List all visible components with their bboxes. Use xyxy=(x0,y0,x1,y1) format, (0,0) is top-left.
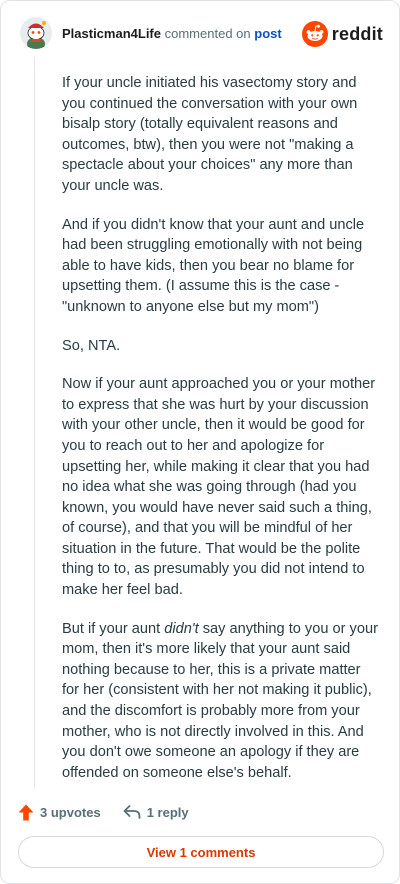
comment-card: Plasticman4Life commented on post reddit… xyxy=(0,0,400,884)
comment-paragraph: But if your aunt didn't say anything to … xyxy=(62,619,380,784)
reply-count: 1 reply xyxy=(146,804,189,820)
snoo-avatar-icon xyxy=(20,17,52,49)
emphasized-text: didn't xyxy=(164,620,199,637)
reddit-brand[interactable]: reddit xyxy=(301,20,383,48)
upvote-button[interactable]: 3 upvotes xyxy=(18,804,101,821)
comment-paragraph: If your uncle initiated his vasectomy st… xyxy=(62,75,358,194)
post-link[interactable]: post xyxy=(254,26,281,41)
comment-header: Plasticman4Life commented on post reddit xyxy=(18,15,383,55)
comment-actions: 3 upvotes 1 reply xyxy=(18,801,189,823)
author-name[interactable]: Plasticman4Life xyxy=(62,26,161,41)
thread-line[interactable] xyxy=(34,57,35,789)
reply-arrow-icon xyxy=(123,805,141,819)
reddit-logo-icon xyxy=(301,21,328,47)
view-comments-button[interactable]: View 1 comments xyxy=(18,836,384,868)
paragraph-text: But if your aunt xyxy=(62,620,165,637)
comment-body: If your uncle initiated his vasectomy st… xyxy=(62,73,380,801)
comment-paragraph: Now if your aunt approached you or your … xyxy=(62,376,376,599)
commented-on-label: commented on xyxy=(164,26,251,41)
upvote-count: 3 upvotes xyxy=(40,804,101,820)
comment-paragraph: And if you didn't know that your aunt an… xyxy=(62,216,365,315)
user-avatar[interactable] xyxy=(20,17,52,49)
author-line: Plasticman4Life commented on post xyxy=(62,26,282,41)
reply-button[interactable]: 1 reply xyxy=(123,804,189,820)
brand-wordmark: reddit xyxy=(331,23,383,44)
upvote-arrow-icon xyxy=(18,804,34,820)
paragraph-text: say anything to you or your mom, then it… xyxy=(62,620,378,781)
comment-paragraph: So, NTA. xyxy=(62,337,121,354)
